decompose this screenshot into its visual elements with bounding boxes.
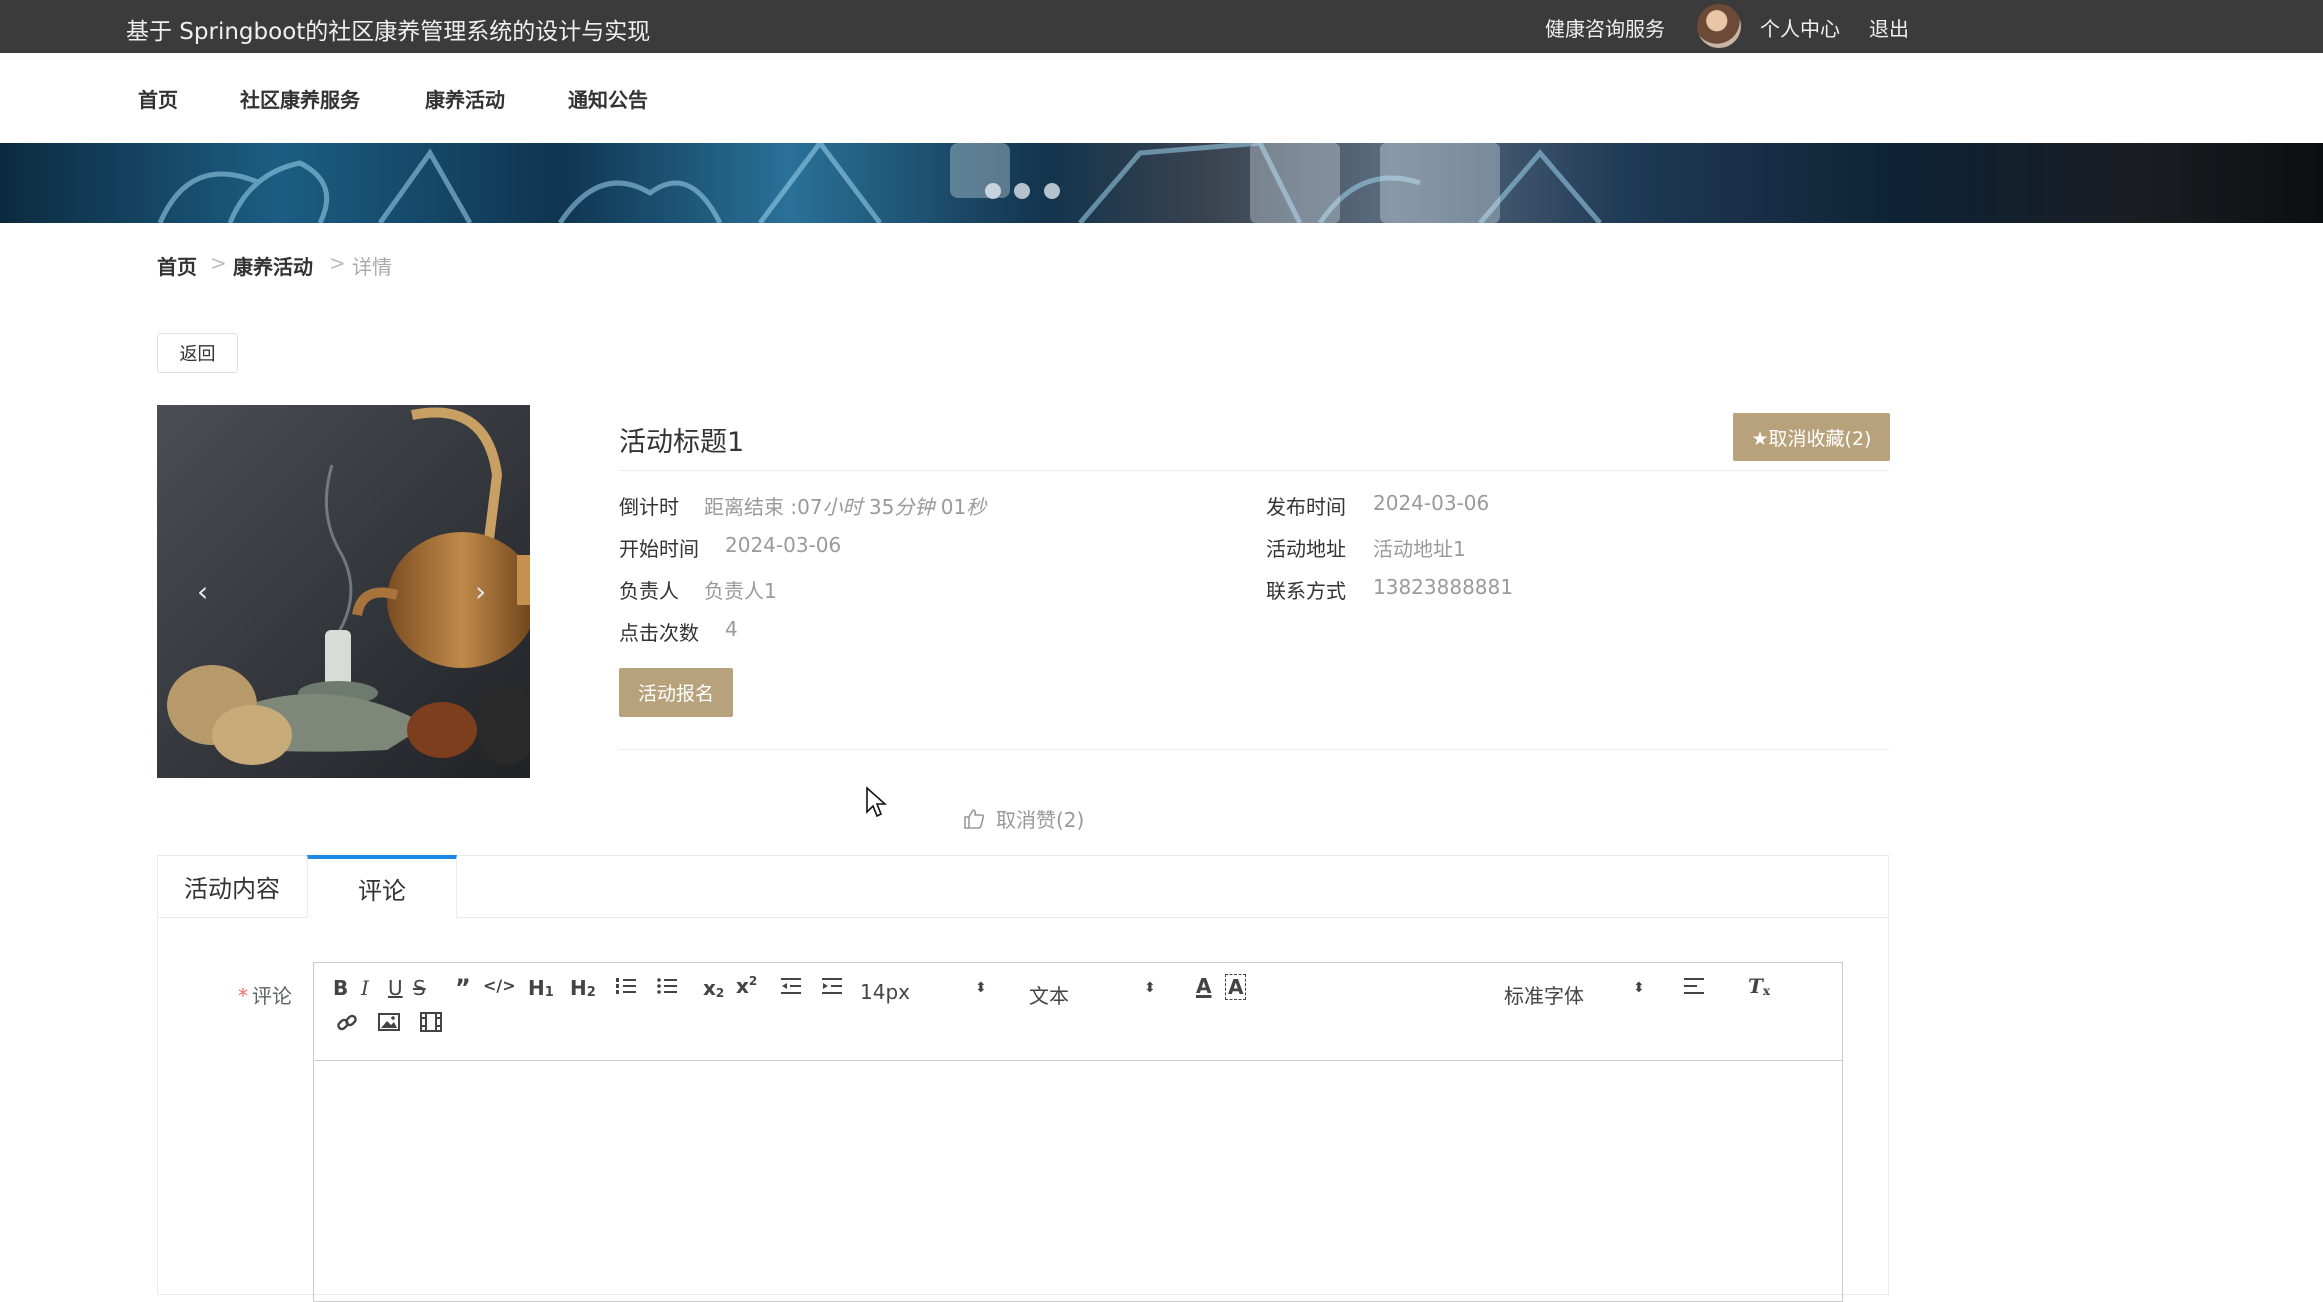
breadcrumb-current: 详情 bbox=[352, 255, 392, 279]
divider bbox=[619, 749, 1889, 750]
superscript-icon[interactable]: x2 bbox=[736, 974, 757, 998]
carousel-prev-icon[interactable]: ‹ bbox=[197, 575, 208, 608]
link-icon[interactable] bbox=[336, 1012, 358, 1034]
personal-center-link[interactable]: 个人中心 bbox=[1760, 13, 1840, 42]
clicks-value: 4 bbox=[725, 617, 738, 641]
font-size-select[interactable]: 14px ⬍ bbox=[860, 980, 990, 1004]
comment-label: * 评论 bbox=[238, 984, 292, 1008]
background-color-icon[interactable]: A bbox=[1225, 974, 1247, 1000]
breadcrumb-separator: > bbox=[210, 251, 227, 275]
italic-icon[interactable]: I bbox=[361, 976, 369, 1000]
banner-dot-1[interactable] bbox=[985, 183, 1001, 199]
unfavorite-button[interactable]: ★取消收藏(2) bbox=[1733, 413, 1890, 461]
font-color-icon[interactable]: A bbox=[1196, 974, 1211, 998]
breadcrumb-separator: > bbox=[329, 251, 346, 275]
site-title: 基于 Springboot的社区康养管理系统的设计与实现 bbox=[126, 19, 651, 45]
contact-label: 联系方式 bbox=[1266, 579, 1346, 603]
nav-notices[interactable]: 通知公告 bbox=[568, 84, 648, 113]
blockquote-icon[interactable]: ” bbox=[455, 974, 471, 1002]
banner-graphic bbox=[157, 143, 1602, 223]
countdown-label: 倒计时 bbox=[619, 495, 679, 519]
unlike-button[interactable]: 取消赞(2) bbox=[962, 804, 1084, 833]
heading1-icon[interactable]: H1 bbox=[528, 976, 554, 1000]
start-time-label: 开始时间 bbox=[619, 537, 699, 561]
owner-label: 负责人 bbox=[619, 579, 679, 603]
nav-activities[interactable]: 康养活动 bbox=[425, 84, 505, 113]
tab-activity-content[interactable]: 活动内容 bbox=[157, 855, 307, 917]
underline-icon[interactable]: U bbox=[388, 976, 403, 1000]
nav-home[interactable]: 首页 bbox=[138, 84, 178, 113]
heading2-icon[interactable]: H2 bbox=[570, 976, 596, 1000]
activity-image-carousel[interactable]: ‹ › bbox=[157, 405, 530, 778]
editor-toolbar: B I U S ” </> H1 H2 x2 x2 14px ⬍ 文本 ⬍ A A … bbox=[313, 962, 1843, 1061]
paragraph-select[interactable]: 文本 ⬍ bbox=[1029, 980, 1159, 1009]
breadcrumb-home[interactable]: 首页 bbox=[157, 251, 197, 280]
ordered-list-icon[interactable] bbox=[615, 976, 637, 996]
start-time-value: 2024-03-06 bbox=[725, 533, 842, 557]
outdent-icon[interactable] bbox=[780, 976, 802, 996]
address-label: 活动地址 bbox=[1266, 537, 1346, 561]
address-value: 活动地址1 bbox=[1373, 537, 1466, 561]
tabs-header: 活动内容 评论 bbox=[157, 855, 1889, 918]
logout-link[interactable]: 退出 bbox=[1869, 13, 1909, 42]
clicks-label: 点击次数 bbox=[619, 621, 699, 645]
owner-value: 负责人1 bbox=[704, 579, 777, 603]
thumb-up-icon bbox=[964, 808, 985, 829]
signup-button[interactable]: 活动报名 bbox=[619, 668, 733, 717]
tab-comments[interactable]: 评论 bbox=[307, 855, 457, 918]
code-block-icon[interactable]: </> bbox=[483, 976, 516, 995]
back-button[interactable]: 返回 bbox=[157, 333, 238, 373]
clear-format-icon[interactable]: Tx bbox=[1748, 974, 1770, 998]
activity-title: 活动标题1 bbox=[619, 427, 745, 458]
health-consult-link[interactable]: 健康咨询服务 bbox=[1545, 13, 1665, 42]
subscript-icon[interactable]: x2 bbox=[703, 976, 724, 1000]
publish-time-value: 2024-03-06 bbox=[1373, 491, 1490, 515]
banner-dot-2[interactable] bbox=[1014, 183, 1030, 199]
mouse-cursor-icon bbox=[866, 786, 887, 818]
unlike-label: 取消赞(2) bbox=[996, 808, 1085, 832]
indent-icon[interactable] bbox=[821, 976, 843, 996]
font-family-select[interactable]: 标准字体 bbox=[1504, 980, 1644, 1009]
bold-icon[interactable]: B bbox=[333, 976, 348, 1000]
main-nav: 首页 社区康养服务 康养活动 通知公告 bbox=[0, 53, 2323, 143]
top-bar: 基于 Springboot的社区康养管理系统的设计与实现 健康咨询服务 个人中心… bbox=[0, 0, 2323, 53]
banner-dot-3[interactable] bbox=[1044, 183, 1060, 199]
carousel-next-icon[interactable]: › bbox=[475, 575, 486, 608]
banner-carousel[interactable] bbox=[0, 143, 2323, 223]
strikethrough-icon[interactable]: S bbox=[413, 976, 426, 1000]
video-icon[interactable] bbox=[420, 1012, 442, 1032]
avatar[interactable] bbox=[1697, 4, 1741, 48]
divider bbox=[619, 470, 1889, 471]
contact-value: 13823888881 bbox=[1373, 575, 1513, 599]
image-icon[interactable] bbox=[378, 1012, 400, 1032]
bullet-list-icon[interactable] bbox=[656, 976, 678, 996]
countdown-value: 距离结束 :07小时 35分钟 01秒 bbox=[704, 495, 987, 519]
nav-community-service[interactable]: 社区康养服务 bbox=[240, 84, 360, 113]
breadcrumb-activities[interactable]: 康养活动 bbox=[233, 251, 313, 280]
align-icon[interactable] bbox=[1683, 976, 1705, 996]
publish-time-label: 发布时间 bbox=[1266, 495, 1346, 519]
font-family-caret-icon: ⬍ bbox=[1633, 980, 1645, 996]
